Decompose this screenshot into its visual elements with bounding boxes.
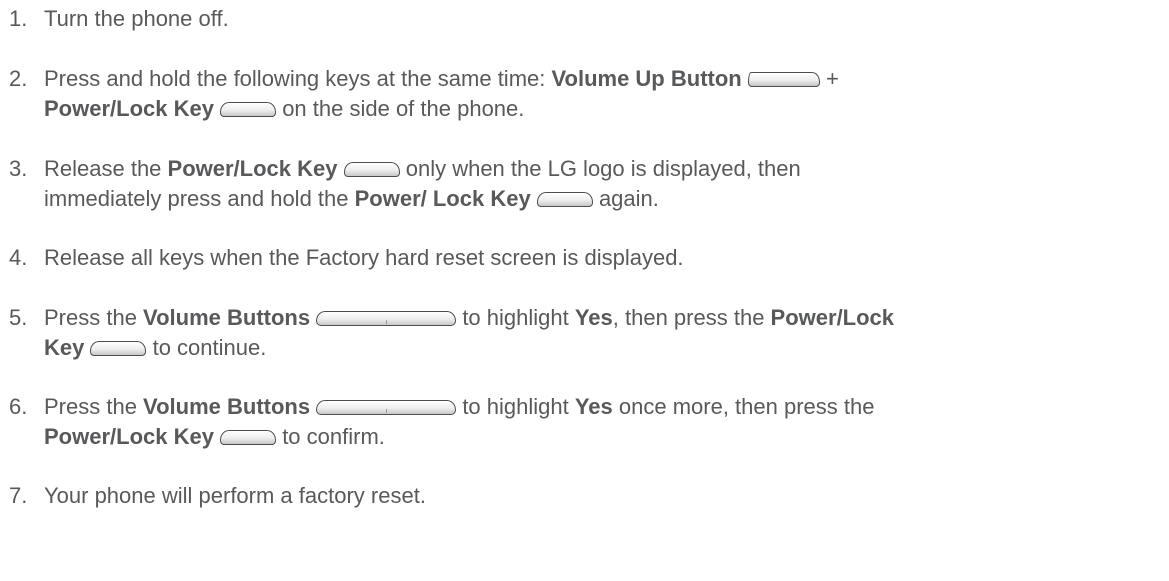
step-text: Turn the phone off. (44, 6, 229, 31)
power-lock-key-icon (90, 341, 147, 356)
power-lock-key-label: Power/Lock (770, 305, 895, 330)
volume-buttons-icon (316, 400, 457, 415)
step-4: 4. Release all keys when the Factory har… (9, 243, 1164, 273)
step-text: Release the Power/Lock Key only when the… (44, 156, 801, 211)
step-number: 4. (9, 245, 28, 270)
power-lock-key-label: Power/Lock Key (44, 96, 214, 121)
yes-option-label: Yes (574, 305, 613, 330)
step-text: Press and hold the following keys at the… (44, 66, 839, 121)
step-7: 7. Your phone will perform a factory res… (9, 481, 1164, 511)
power-lock-key-icon (220, 102, 277, 117)
power-lock-key-label-cont: Key (44, 335, 85, 360)
step-text: Press the Volume Buttons to highlight Ye… (44, 394, 875, 449)
step-text: Your phone will perform a factory reset. (44, 483, 426, 508)
power-lock-key-label: Power/Lock Key (167, 156, 338, 181)
volume-up-button-label: Volume Up Button (551, 66, 742, 91)
step-2: 2. Press and hold the following keys at … (9, 64, 1164, 124)
power-lock-key-icon (220, 430, 277, 445)
step-1: 1. Turn the phone off. (9, 4, 1164, 34)
volume-buttons-label: Volume Buttons (143, 394, 311, 419)
step-number: 3. (9, 156, 28, 181)
power-lock-key-icon (536, 192, 593, 207)
volume-buttons-icon (316, 311, 457, 326)
volume-buttons-label: Volume Buttons (143, 305, 311, 330)
step-number: 1. (9, 6, 28, 31)
step-5: 5. Press the Volume Buttons to highlight… (9, 303, 1164, 363)
yes-option-label: Yes (574, 394, 613, 419)
power-lock-key-label: Power/ Lock Key (354, 186, 531, 211)
step-3: 3. Release the Power/Lock Key only when … (9, 154, 1164, 214)
power-lock-key-label: Power/Lock Key (44, 424, 214, 449)
step-6: 6. Press the Volume Buttons to highlight… (9, 392, 1164, 452)
step-number: 5. (9, 305, 28, 330)
power-lock-key-icon (343, 162, 400, 177)
volume-up-button-icon (747, 72, 820, 87)
step-number: 7. (9, 483, 28, 508)
step-number: 2. (9, 66, 28, 91)
step-text: Press the Volume Buttons to highlight Ye… (44, 305, 895, 360)
step-number: 6. (9, 394, 28, 419)
step-text: Release all keys when the Factory hard r… (44, 245, 684, 270)
